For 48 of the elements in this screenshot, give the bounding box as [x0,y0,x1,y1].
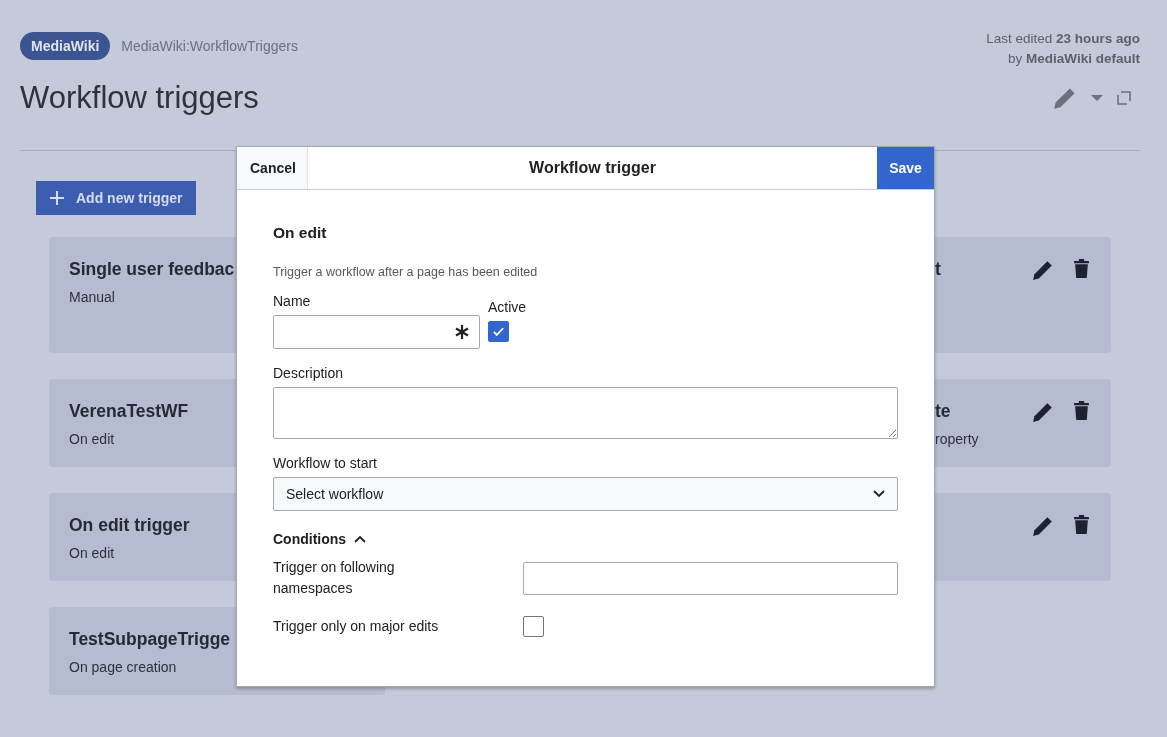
chevron-down-icon [873,490,885,498]
name-field[interactable] [273,315,480,349]
trash-icon[interactable] [1074,259,1089,278]
chevron-up-icon [354,535,367,543]
breadcrumb-link[interactable]: MediaWiki:WorkflowTriggers [121,37,298,54]
edit-icon[interactable] [1032,401,1054,423]
trash-icon[interactable] [1074,515,1089,534]
trigger-type: roperty [935,431,979,447]
cancel-button[interactable]: Cancel [237,147,308,189]
last-edited-text: Last edited 23 hours ago [986,31,1140,46]
trigger-name: Single user feedbac [69,259,235,280]
trigger-type: On edit [69,431,115,447]
trigger-name: On edit trigger [69,515,190,536]
namespace-badge[interactable]: MediaWiki [20,31,111,60]
edit-icon[interactable] [1032,515,1054,537]
field-label: Description [273,365,345,381]
add-trigger-button[interactable]: Add new trigger [36,181,196,215]
workflow-dropdown[interactable]: Select workflow [273,477,898,511]
section-heading: On edit [273,224,328,242]
conditions-toggle[interactable]: Conditions [273,531,367,547]
page-title: Workflow triggers [20,80,259,116]
edited-by-text: by MediaWiki default [1008,51,1140,66]
check-icon [492,325,505,338]
namespaces-field[interactable] [523,561,898,595]
trigger-type: On page creation [69,659,177,675]
plus-icon [50,191,64,205]
field-label: Trigger only on major edits [273,617,440,636]
help-text: Trigger a workflow after a page has been edited [273,265,539,279]
field-label: Active [488,299,527,315]
major-edits-checkbox[interactable] [523,616,544,637]
trigger-type: On edit [69,545,115,561]
trigger-name: te [935,401,951,422]
trigger-name: TestSubpageTrigge [69,629,231,650]
description-field[interactable] [273,387,898,439]
dialog-title: Workflow trigger [529,159,656,177]
asterisk-icon [455,325,469,339]
field-label: Workflow to start [273,455,378,471]
active-checkbox[interactable] [488,321,509,342]
field-label: Trigger on following namespaces [273,558,396,598]
trigger-name: VerenaTestWF [69,401,189,422]
trigger-name: t [935,259,941,280]
field-label: Name [273,293,312,309]
trash-icon[interactable] [1074,401,1089,420]
trigger-type: Manual [69,289,115,305]
save-button[interactable]: Save [877,147,934,189]
resize-grip-icon [888,429,896,437]
edit-icon[interactable] [1032,259,1054,281]
caret-icon[interactable] [1091,94,1103,102]
